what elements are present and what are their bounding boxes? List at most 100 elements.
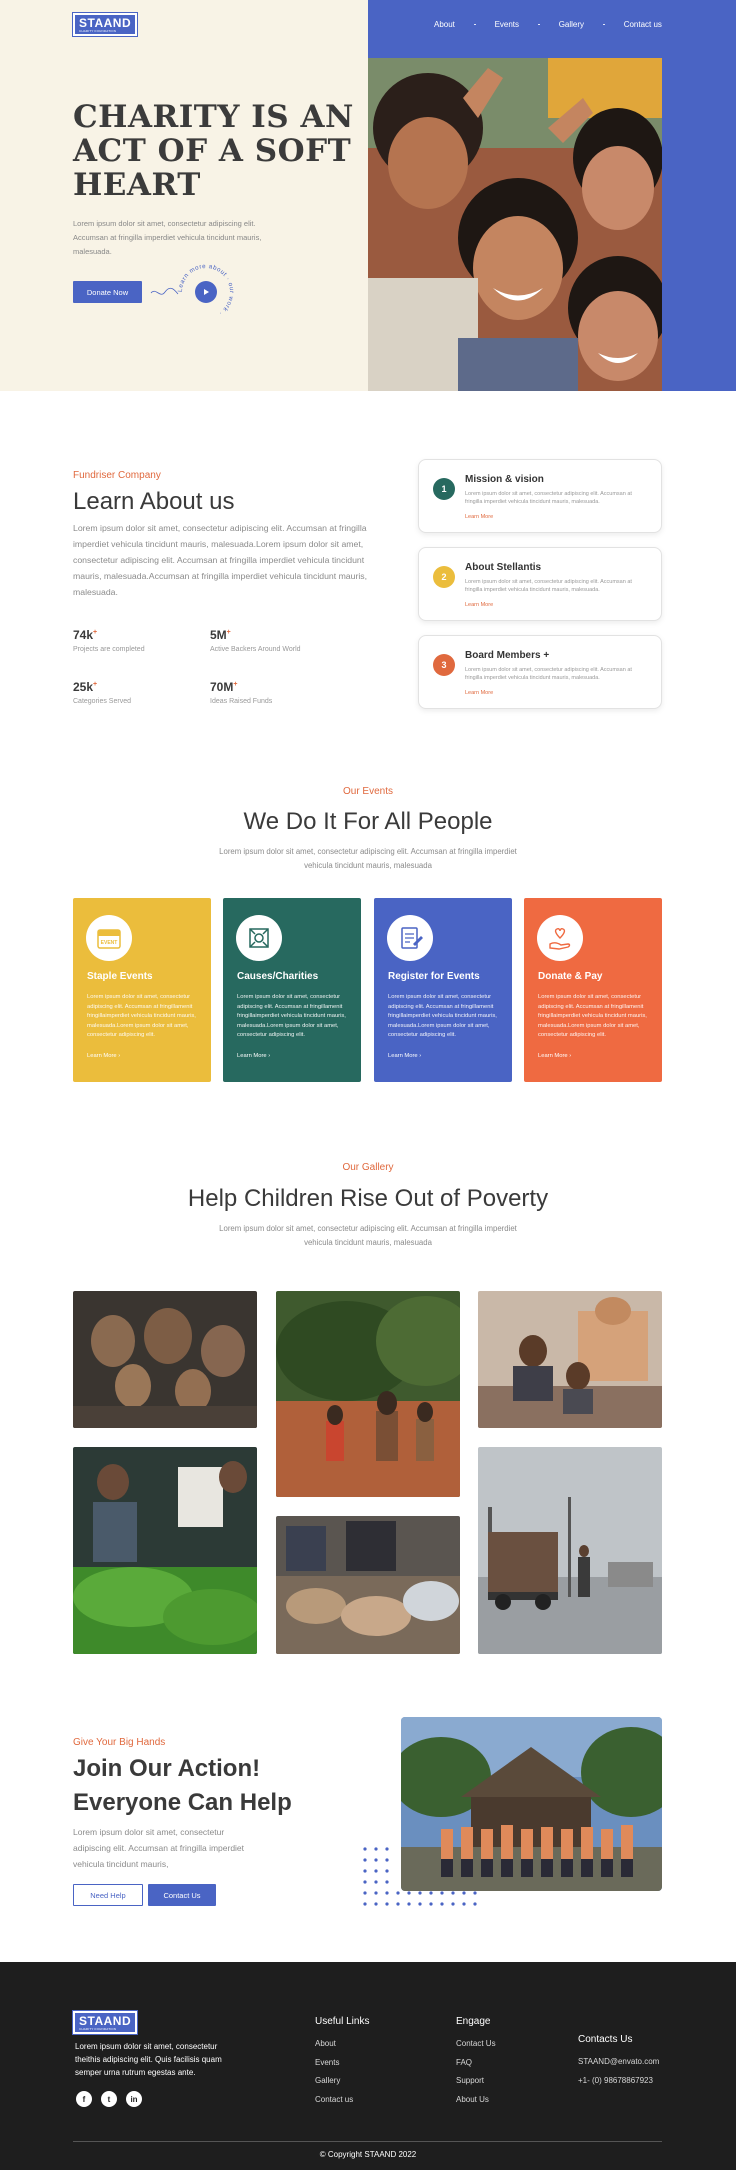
- event-card-register[interactable]: Register for Events Lorem ipsum dolor si…: [374, 898, 512, 1082]
- event-badge-text: EVENT: [101, 940, 118, 946]
- footer-divider: [73, 2141, 662, 2142]
- footer-link-contact[interactable]: Contact us: [315, 2095, 353, 2104]
- play-button[interactable]: [195, 281, 217, 303]
- card-learn-more-link[interactable]: Learn More: [465, 602, 493, 608]
- instagram-icon[interactable]: in: [126, 2091, 142, 2107]
- play-icon: [204, 289, 209, 295]
- chevron-right-icon: ›: [118, 1053, 121, 1059]
- stat-label: Active Backers Around World: [210, 646, 301, 653]
- stat-categories: 25k+ Categories Served: [73, 680, 131, 705]
- footer-email[interactable]: STAAND@envato.com: [578, 2057, 659, 2066]
- card-title: Mission & vision: [465, 474, 544, 485]
- chevron-right-icon: ›: [569, 1053, 572, 1059]
- card-text: Lorem ipsum dolor sit amet, consectetur …: [465, 579, 632, 593]
- gallery-photo-food-distribution[interactable]: [276, 1516, 460, 1654]
- gallery-label: Our Gallery: [342, 1162, 394, 1173]
- gallery-photo-volunteers-packing[interactable]: [73, 1447, 257, 1654]
- stat-plus: +: [233, 681, 238, 688]
- link-label: Learn More: [538, 1053, 568, 1059]
- card-mission[interactable]: 1 Mission & vision Lorem ipsum dolor sit…: [418, 459, 662, 533]
- event-title: Donate & Pay: [538, 971, 603, 982]
- chevron-right-icon: ›: [419, 1053, 422, 1059]
- stat-value: 74k: [73, 628, 94, 642]
- logo[interactable]: STAAND CHARITY FOUNDATION: [71, 12, 139, 37]
- stat-value: 25k: [73, 680, 94, 694]
- footer-link-contact-us[interactable]: Contact Us: [456, 2039, 496, 2048]
- action-title: Join Our Action! Everyone Can Help: [73, 1752, 292, 1820]
- footer-socials: f t in: [76, 2091, 142, 2107]
- copyright: © Copyright STAAND 2022: [0, 2150, 736, 2159]
- event-learn-more-link[interactable]: Learn More ›: [237, 1053, 270, 1059]
- nav-gallery[interactable]: Gallery: [559, 20, 584, 29]
- stat-label: Ideas Raised Funds: [210, 698, 273, 705]
- contacts-title: Contacts Us: [578, 2034, 633, 2045]
- stat-plus: +: [93, 681, 98, 688]
- stat-label: Projects are completed: [73, 646, 145, 653]
- twitter-icon[interactable]: t: [101, 2091, 117, 2107]
- footer-link-about-us[interactable]: About Us: [456, 2095, 489, 2104]
- event-card-staple[interactable]: EVENT Staple Events Lorem ipsum dolor si…: [73, 898, 211, 1082]
- card-learn-more-link[interactable]: Learn More: [465, 514, 493, 520]
- logo-text: STAAND: [79, 16, 132, 30]
- stat-backers: 5M+ Active Backers Around World: [210, 628, 301, 653]
- gallery-photo-children-group[interactable]: [73, 1291, 257, 1428]
- nav-contact[interactable]: Contact us: [624, 20, 662, 29]
- useful-links-title: Useful Links: [315, 2016, 370, 2027]
- link-label: Learn More: [237, 1053, 267, 1059]
- event-card-causes[interactable]: Causes/Charities Lorem ipsum dolor sit a…: [223, 898, 361, 1082]
- about-text: Lorem ipsum dolor sit amet, consectetur …: [73, 523, 368, 597]
- footer-link-support[interactable]: Support: [456, 2076, 484, 2085]
- copyright-prefix: © Copyright: [319, 2150, 363, 2159]
- card-number: 3: [433, 654, 455, 676]
- engage-title: Engage: [456, 2016, 491, 2027]
- donate-now-button[interactable]: Donate Now: [73, 281, 142, 303]
- footer-link-gallery[interactable]: Gallery: [315, 2076, 340, 2085]
- gallery-photo-children-running[interactable]: [276, 1291, 460, 1497]
- card-about-stellantis[interactable]: 2 About Stellantis Lorem ipsum dolor sit…: [418, 547, 662, 621]
- chevron-right-icon: ›: [268, 1053, 271, 1059]
- nav-about[interactable]: About: [434, 20, 455, 29]
- footer-link-about[interactable]: About: [315, 2039, 336, 2048]
- gallery-title: Help Children Rise Out of Poverty: [187, 1185, 549, 1212]
- need-help-button[interactable]: Need Help: [73, 1884, 143, 1906]
- event-learn-more-link[interactable]: Learn More ›: [87, 1053, 120, 1059]
- stat-value: 70M: [210, 680, 234, 694]
- gallery-subtitle: Lorem ipsum dolor sit amet, consectetur …: [219, 1224, 517, 1247]
- card-text: Lorem ipsum dolor sit amet, consectetur …: [465, 667, 632, 681]
- squiggle-arrow-icon: [150, 287, 179, 295]
- about-title: Learn About us: [73, 488, 235, 515]
- logo-subtext: CHARITY FOUNDATION: [79, 2027, 117, 2031]
- event-text: Lorem ipsum dolor sit amet, consectetur …: [87, 994, 196, 1038]
- footer-phone[interactable]: +1- (0) 98678867923: [578, 2076, 653, 2085]
- gallery-photo-boys-palace[interactable]: [478, 1291, 662, 1428]
- event-title: Register for Events: [388, 971, 480, 982]
- nav-events[interactable]: Events: [495, 20, 519, 29]
- calendar-icon: EVENT: [86, 915, 132, 961]
- top-nav: About Events Gallery Contact us: [434, 17, 662, 31]
- card-number: 2: [433, 566, 455, 588]
- logo-text: STAAND: [79, 2014, 132, 2028]
- event-text: Lorem ipsum dolor sit amet, consectetur …: [538, 994, 647, 1038]
- facebook-icon[interactable]: f: [76, 2091, 92, 2107]
- action-photo-group: [401, 1717, 662, 1891]
- action-text: Lorem ipsum dolor sit amet, consectetur …: [73, 1827, 245, 1869]
- event-learn-more-link[interactable]: Learn More ›: [538, 1053, 571, 1059]
- stat-value: 5M: [210, 628, 227, 642]
- causes-icon: [236, 915, 282, 961]
- nav-separator: [537, 23, 540, 25]
- event-card-donate[interactable]: Donate & Pay Lorem ipsum dolor sit amet,…: [524, 898, 662, 1082]
- event-text: Lorem ipsum dolor sit amet, consectetur …: [237, 994, 346, 1038]
- gallery-photo-truck-street[interactable]: [478, 1447, 662, 1654]
- footer-logo[interactable]: STAAND CHARITY FOUNDATION: [71, 2010, 139, 2035]
- hero-photo: [368, 58, 662, 391]
- stat-projects: 74k+ Projects are completed: [73, 628, 145, 653]
- card-learn-more-link[interactable]: Learn More: [465, 690, 493, 696]
- footer-link-faq[interactable]: FAQ: [456, 2058, 472, 2067]
- logo-subtext: CHARITY FOUNDATION: [79, 29, 117, 33]
- copyright-brand: STAAND 2022: [364, 2150, 417, 2159]
- card-board-members[interactable]: 3 Board Members + Lorem ipsum dolor sit …: [418, 635, 662, 709]
- event-text: Lorem ipsum dolor sit amet, consectetur …: [388, 994, 497, 1038]
- footer-link-events[interactable]: Events: [315, 2058, 339, 2067]
- event-learn-more-link[interactable]: Learn More ›: [388, 1053, 421, 1059]
- contact-us-button[interactable]: Contact Us: [148, 1884, 216, 1906]
